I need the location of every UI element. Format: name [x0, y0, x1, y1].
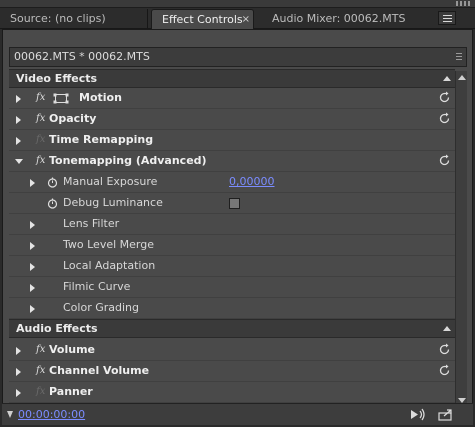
- clipbar-grip-icon[interactable]: [456, 53, 462, 62]
- effect-name-time-remapping: Time Remapping: [49, 133, 154, 146]
- expand-arrow-icon[interactable]: [30, 242, 35, 250]
- fx-toggle-icon[interactable]: fx: [36, 109, 45, 129]
- effect-name-panner: Panner: [49, 385, 93, 398]
- clip-name-bar: 00062.MTS * 00062.MTS: [9, 47, 467, 67]
- fx-toggle-icon[interactable]: fx: [36, 361, 45, 381]
- effect-controls-panel: 00062.MTS * 00062.MTS Video Effects fx M…: [2, 29, 473, 425]
- expand-arrow-icon[interactable]: [16, 95, 21, 103]
- expand-arrow-icon[interactable]: [30, 221, 35, 229]
- reset-icon[interactable]: [438, 112, 451, 125]
- param-group-color-grading[interactable]: Color Grading: [9, 298, 455, 319]
- effect-row-tonemapping[interactable]: fx Tonemapping (Advanced): [9, 151, 455, 172]
- tab-source[interactable]: Source: (no clips): [0, 9, 148, 29]
- collapse-up-icon[interactable]: [443, 326, 451, 331]
- param-group-local-adaptation[interactable]: Local Adaptation: [9, 256, 455, 277]
- expand-arrow-icon[interactable]: [16, 368, 21, 376]
- collapse-arrow-icon[interactable]: [15, 159, 23, 164]
- group-label-lens-filter: Lens Filter: [63, 217, 120, 230]
- video-effects-title: Video Effects: [16, 72, 98, 85]
- expand-arrow-icon[interactable]: [16, 347, 21, 355]
- vertical-scrollbar[interactable]: [455, 71, 467, 407]
- tab-effect-controls-label: Effect Controls: [162, 13, 243, 26]
- tab-source-label: Source: (no clips): [10, 12, 106, 25]
- panel-tab-bar: Source: (no clips) Effect Controls × Aud…: [0, 8, 475, 29]
- panel-grip[interactable]: [456, 1, 472, 6]
- effect-row-volume[interactable]: fx Volume: [9, 340, 455, 361]
- fx-toggle-icon[interactable]: fx: [36, 340, 45, 360]
- scroll-up-icon[interactable]: [458, 75, 466, 80]
- panel-topbar: [0, 0, 475, 8]
- param-group-filmic-curve[interactable]: Filmic Curve: [9, 277, 455, 298]
- group-label-local-adaptation: Local Adaptation: [63, 259, 156, 272]
- audio-effects-header[interactable]: Audio Effects: [9, 319, 455, 338]
- effect-row-time-remapping[interactable]: fx Time Remapping: [9, 130, 455, 151]
- tab-close-icon[interactable]: ×: [242, 10, 250, 30]
- clip-name: 00062.MTS * 00062.MTS: [14, 50, 150, 63]
- stopwatch-icon[interactable]: [47, 198, 58, 209]
- tab-effect-controls[interactable]: Effect Controls ×: [151, 9, 254, 29]
- param-row-manual-exposure: Manual Exposure 0,00000: [9, 172, 455, 193]
- tab-audio-mixer[interactable]: Audio Mixer: 00062.MTS: [262, 9, 432, 29]
- video-effects-header[interactable]: Video Effects: [9, 69, 455, 88]
- manual-exposure-value[interactable]: 0,00000: [229, 172, 275, 192]
- group-label-two-level-merge: Two Level Merge: [63, 238, 154, 251]
- play-audio-icon[interactable]: [410, 408, 426, 421]
- param-row-debug-luminance: Debug Luminance: [9, 193, 455, 214]
- effect-row-panner[interactable]: fx Panner: [9, 382, 455, 403]
- param-group-lens-filter[interactable]: Lens Filter: [9, 214, 455, 235]
- reset-icon[interactable]: [438, 343, 451, 356]
- effect-name-tonemapping: Tonemapping (Advanced): [49, 154, 207, 167]
- expand-arrow-icon[interactable]: [30, 284, 35, 292]
- current-timecode[interactable]: 00:00:00:00: [18, 408, 85, 421]
- expand-arrow-icon[interactable]: [16, 389, 21, 397]
- expand-arrow-icon[interactable]: [16, 137, 21, 145]
- param-label-manual-exposure: Manual Exposure: [63, 175, 158, 188]
- motion-transform-icon[interactable]: [53, 93, 69, 104]
- current-time-marker-icon: [7, 411, 13, 418]
- param-group-two-level-merge[interactable]: Two Level Merge: [9, 235, 455, 256]
- panel-footer: 00:00:00:00: [2, 403, 473, 425]
- group-label-filmic-curve: Filmic Curve: [63, 280, 131, 293]
- reset-icon[interactable]: [438, 154, 451, 167]
- expand-arrow-icon[interactable]: [16, 116, 21, 124]
- export-icon[interactable]: [438, 408, 454, 421]
- fx-toggle-icon: fx: [36, 386, 46, 397]
- debug-luminance-checkbox[interactable]: [229, 198, 240, 209]
- panel-menu-button[interactable]: [438, 11, 456, 25]
- effect-name-volume: Volume: [49, 343, 95, 356]
- reset-icon[interactable]: [438, 91, 451, 104]
- group-label-color-grading: Color Grading: [63, 301, 139, 314]
- fx-toggle-icon[interactable]: fx: [36, 88, 45, 108]
- fx-toggle-icon: fx: [36, 134, 46, 145]
- tab-audio-mixer-label: Audio Mixer: 00062.MTS: [272, 12, 406, 25]
- effect-name-motion: Motion: [79, 91, 122, 104]
- reset-icon[interactable]: [438, 364, 451, 377]
- effect-row-motion[interactable]: fx Motion: [9, 88, 455, 109]
- param-label-debug-luminance: Debug Luminance: [63, 196, 163, 209]
- effect-row-opacity[interactable]: fx Opacity: [9, 109, 455, 130]
- effect-name-channel-volume: Channel Volume: [49, 364, 150, 377]
- expand-arrow-icon[interactable]: [30, 305, 35, 313]
- effect-name-opacity: Opacity: [49, 112, 97, 125]
- effect-row-channel-volume[interactable]: fx Channel Volume: [9, 361, 455, 382]
- stopwatch-icon[interactable]: [47, 177, 58, 188]
- collapse-up-icon[interactable]: [443, 76, 451, 81]
- expand-arrow-icon[interactable]: [30, 179, 35, 187]
- audio-effects-title: Audio Effects: [16, 322, 98, 335]
- fx-toggle-icon[interactable]: fx: [36, 151, 45, 171]
- expand-arrow-icon[interactable]: [30, 263, 35, 271]
